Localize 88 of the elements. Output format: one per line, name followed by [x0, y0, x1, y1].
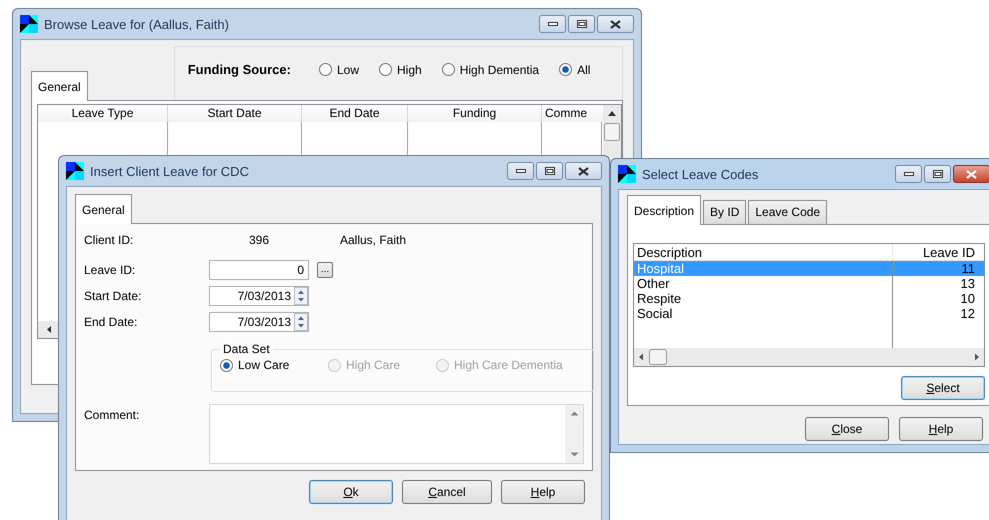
column-header[interactable]: Start Date	[168, 105, 302, 122]
close-button[interactable]	[565, 162, 602, 180]
table-cell-text: 11	[960, 261, 976, 276]
scroll-left-icon[interactable]	[638, 353, 644, 361]
column-header[interactable]: Funding	[408, 105, 542, 122]
radio-circle-icon	[436, 358, 449, 372]
minimize-button[interactable]	[539, 15, 566, 33]
dialog-button[interactable]: Select	[901, 376, 985, 400]
leave-id-field[interactable]: 0	[209, 260, 309, 280]
field-label: Client ID:	[84, 233, 134, 247]
list-row[interactable]: Other 13	[634, 276, 984, 291]
column-header[interactable]: Description	[634, 244, 893, 260]
maximize-button[interactable]	[924, 165, 951, 183]
group-label: Data Set	[222, 342, 271, 356]
browse-button[interactable]: ...	[317, 262, 333, 278]
dialog-button[interactable]: Help	[899, 417, 983, 441]
column-header[interactable]: End Date	[302, 105, 408, 122]
maximize-button[interactable]	[536, 162, 563, 180]
minimize-icon	[516, 169, 526, 173]
close-button[interactable]	[597, 15, 634, 33]
minimize-icon	[548, 22, 558, 26]
radio-circle-icon	[328, 358, 341, 372]
maximize-icon	[544, 167, 554, 175]
table-cell-text: 13	[960, 276, 976, 291]
radio-button[interactable]: Low	[318, 62, 359, 76]
comment-field[interactable]	[209, 404, 584, 464]
start-date-field[interactable]: 7/03/2013	[209, 286, 309, 306]
table-cell: Hospital	[634, 261, 893, 276]
maximize-button[interactable]	[568, 15, 595, 33]
client-name: Aallus, Faith	[340, 233, 406, 247]
minimize-button[interactable]	[507, 162, 534, 180]
field-label: Comment:	[84, 407, 140, 424]
window-title: Insert Client Leave for CDC	[90, 164, 250, 178]
app-icon	[66, 162, 84, 180]
end-date-field[interactable]: 7/03/2013	[209, 312, 309, 332]
minimize-button[interactable]	[895, 165, 922, 183]
minimize-icon	[904, 172, 914, 176]
radio-circle-icon	[442, 63, 455, 76]
column-header[interactable]: Comme	[542, 105, 602, 122]
app-icon	[618, 165, 636, 183]
maximize-icon	[932, 170, 942, 178]
dialog-button[interactable]: Cancel	[402, 480, 492, 504]
funding-source-label: Funding Source:	[188, 62, 291, 77]
window-title: Select Leave Codes	[642, 166, 760, 182]
tab[interactable]: Leave Code	[748, 200, 828, 224]
field-label: End Date:	[84, 315, 138, 329]
radio-circle-icon	[220, 358, 233, 372]
close-icon	[578, 166, 589, 176]
client-id-value: 396	[248, 233, 270, 247]
column-header[interactable]: Leave Type	[38, 105, 168, 122]
close-icon	[610, 20, 621, 28]
tab[interactable]: By ID	[703, 200, 746, 224]
spin-arrows-icon[interactable]	[294, 313, 308, 331]
table-cell: Respite	[634, 291, 893, 306]
field-label: Start Date:	[84, 289, 142, 303]
maximize-icon	[576, 20, 586, 28]
close-icon	[966, 170, 977, 178]
table-cell-text: 12	[960, 306, 976, 321]
radio-circle-icon	[318, 63, 332, 76]
table-cell: Other	[634, 276, 893, 291]
app-icon	[20, 15, 38, 33]
scroll-thumb[interactable]	[649, 349, 667, 365]
scroll-thumb[interactable]	[603, 122, 621, 142]
list-row[interactable]: Respite 10	[634, 291, 984, 306]
tab[interactable]: Description	[627, 195, 702, 225]
radio-button[interactable]: High Dementia	[442, 62, 540, 76]
field-label: Leave ID:	[84, 263, 136, 277]
column-header[interactable]: Leave ID	[893, 244, 983, 260]
radio-circle-icon	[559, 63, 572, 76]
scroll-down-icon[interactable]	[570, 452, 578, 457]
close-button[interactable]	[953, 165, 989, 183]
list-row[interactable]: Social 12	[634, 306, 984, 321]
radio-button[interactable]: High	[379, 62, 422, 76]
table-cell-text: 10	[960, 291, 976, 306]
radio-button[interactable]: Low Care	[220, 358, 328, 372]
scroll-left-icon[interactable]	[44, 325, 52, 334]
scroll-right-icon[interactable]	[974, 353, 980, 361]
table-cell: Social	[634, 306, 893, 321]
tab[interactable]: General	[75, 194, 132, 224]
dialog-button[interactable]: Help	[501, 480, 585, 504]
radio-button[interactable]: All	[559, 62, 590, 76]
radio-circle-icon	[379, 63, 392, 76]
spin-arrows-icon[interactable]	[294, 287, 308, 305]
dialog-button[interactable]: Close	[805, 417, 889, 441]
window-title: Browse Leave for (Aallus, Faith)	[44, 16, 230, 32]
dialog-button[interactable]: Ok	[309, 480, 393, 504]
list-row[interactable]: Hospital 11	[634, 261, 984, 276]
tab[interactable]: General	[31, 71, 88, 101]
